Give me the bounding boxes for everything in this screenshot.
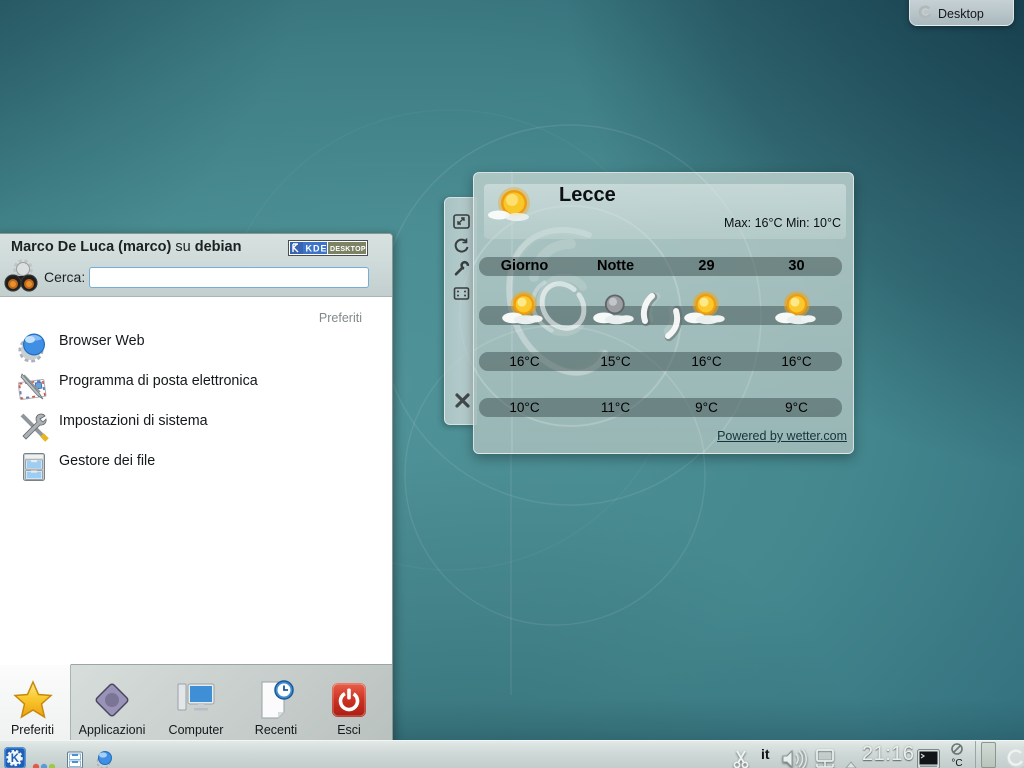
svg-text:K: K bbox=[11, 753, 20, 765]
svg-text:KDE: KDE bbox=[306, 244, 328, 254]
svg-text:DESKTOP: DESKTOP bbox=[330, 246, 366, 253]
